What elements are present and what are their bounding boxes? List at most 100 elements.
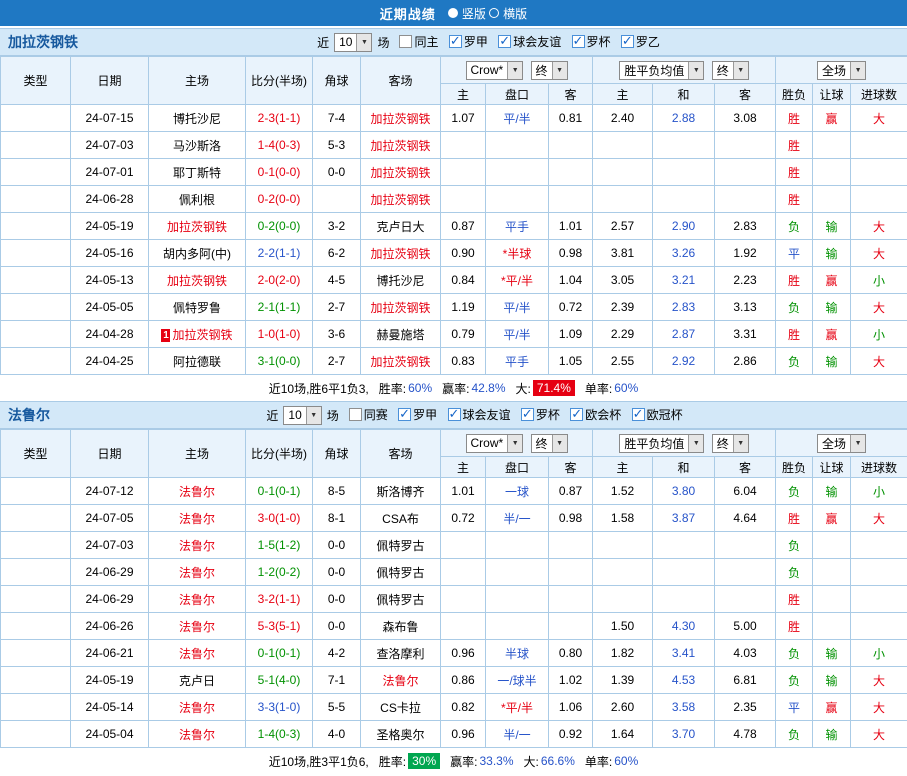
avg-away-odds <box>715 559 776 586</box>
team-link[interactable]: CSA布 <box>382 512 419 526</box>
team-link[interactable]: 加拉茨钢铁 <box>172 328 232 342</box>
team-link[interactable]: 法鲁尔 <box>179 728 215 742</box>
team-link[interactable]: 加拉茨钢铁 <box>370 112 430 126</box>
team-link[interactable]: 法鲁尔 <box>179 566 215 580</box>
filter-checkbox[interactable]: 罗甲 <box>398 406 437 423</box>
match-row: 罗甲 24-05-19 克卢日 5-1(4-0) 7-1 法鲁尔 0.86 一/… <box>1 667 907 694</box>
handicap-result: 输 <box>813 213 851 240</box>
team-link[interactable]: CS卡拉 <box>380 701 421 715</box>
team-link[interactable]: 加拉茨钢铁 <box>370 166 430 180</box>
team-link[interactable]: 耶丁斯特 <box>173 166 221 180</box>
team-link[interactable]: 加拉茨钢铁 <box>370 301 430 315</box>
team-link[interactable]: 加拉茨钢铁 <box>370 139 430 153</box>
score: 2-0(2-0) <box>246 267 313 294</box>
avg-odds-select[interactable]: 胜平负均值 ▼ <box>619 61 704 80</box>
result-wdl: 负 <box>776 213 813 240</box>
avg-away-odds: 3.31 <box>715 321 776 348</box>
scope-select[interactable]: 全场 ▼ <box>817 434 866 453</box>
team-link[interactable]: 法鲁尔 <box>179 539 215 553</box>
filter-checkbox[interactable]: 同赛 <box>349 406 388 423</box>
team-link[interactable]: 博托沙尼 <box>173 112 221 126</box>
avg-odds-select[interactable]: 胜平负均值 ▼ <box>619 434 704 453</box>
corners: 3-6 <box>313 321 361 348</box>
competition-badge: 球会友谊 <box>1 159 71 186</box>
score: 1-4(0-3) <box>246 721 313 748</box>
team-link[interactable]: 胡内多阿(中) <box>163 247 231 261</box>
team-link[interactable]: 查洛摩利 <box>376 647 424 661</box>
match-count-select[interactable]: 10 ▼ <box>334 33 372 52</box>
layout-radio-horizontal[interactable]: 横版 <box>489 5 527 22</box>
team-link[interactable]: 加拉茨钢铁 <box>370 193 430 207</box>
corners: 0-0 <box>313 159 361 186</box>
handicap-result: 输 <box>813 721 851 748</box>
handicap-line: 平/半 <box>486 105 549 132</box>
team-link[interactable]: 法鲁尔 <box>179 512 215 526</box>
team-link[interactable]: 法鲁尔 <box>179 620 215 634</box>
odds-time-select[interactable]: 终 ▼ <box>531 434 568 453</box>
avg-time-select[interactable]: 终 ▼ <box>712 434 749 453</box>
filter-checkbox[interactable]: 球会友谊 <box>448 406 511 423</box>
competition-badge: 球会友谊 <box>1 186 71 213</box>
team-link[interactable]: 加拉茨钢铁 <box>370 247 430 261</box>
team-link[interactable]: 法鲁尔 <box>179 593 215 607</box>
chevron-down-icon: ▼ <box>733 62 748 79</box>
team-link[interactable]: 博托沙尼 <box>376 274 424 288</box>
result-wdl: 胜 <box>776 186 813 213</box>
handicap-result: 输 <box>813 667 851 694</box>
team-link[interactable]: 马沙斯洛 <box>173 139 221 153</box>
filter-checkbox[interactable]: 罗乙 <box>621 33 660 50</box>
team-link[interactable]: 加拉茨钢铁 <box>167 274 227 288</box>
handicap-away-odds: 1.09 <box>549 321 593 348</box>
filter-checkbox[interactable]: 欧会杯 <box>570 406 621 423</box>
match-row: 罗甲 24-07-12 法鲁尔 0-1(0-1) 8-5 斯洛博齐 1.01 一… <box>1 478 907 505</box>
handicap-result: 输 <box>813 478 851 505</box>
filter-checkbox[interactable]: 罗甲 <box>449 33 488 50</box>
avg-away-odds <box>715 532 776 559</box>
team-link[interactable]: 法鲁尔 <box>382 674 418 688</box>
away-team-cell: 斯洛博齐 <box>361 478 441 505</box>
chevron-down-icon: ▼ <box>507 435 522 452</box>
team-link[interactable]: 佩利根 <box>179 193 215 207</box>
filter-checkbox[interactable]: 罗杯 <box>521 406 560 423</box>
home-team-cell: 博托沙尼 <box>149 105 246 132</box>
team-link[interactable]: 佩特罗古 <box>376 593 424 607</box>
filter-checkbox[interactable]: 球会友谊 <box>498 33 561 50</box>
team-link[interactable]: 法鲁尔 <box>179 647 215 661</box>
goals-result <box>851 532 907 559</box>
team-link[interactable]: 加拉茨钢铁 <box>167 220 227 234</box>
team-link[interactable]: 赫曼施塔 <box>376 328 424 342</box>
handicap-home-odds: 0.84 <box>441 267 486 294</box>
match-date: 24-04-28 <box>71 321 149 348</box>
match-row: 球会友谊 24-06-21 法鲁尔 0-1(0-1) 4-2 查洛摩利 0.96… <box>1 640 907 667</box>
competition-badge: 罗甲 <box>1 321 71 348</box>
team-link[interactable]: 佩特罗鲁 <box>173 301 221 315</box>
avg-home-odds: 2.39 <box>593 294 653 321</box>
team-link[interactable]: 法鲁尔 <box>179 485 215 499</box>
team-link[interactable]: 佩特罗古 <box>376 539 424 553</box>
filter-bar: 近 10 ▼ 场 同主 罗甲 球会友谊 罗杯 罗乙 <box>78 33 899 52</box>
scope-select[interactable]: 全场 ▼ <box>817 61 866 80</box>
team-link[interactable]: 圣格奥尔 <box>376 728 424 742</box>
avg-time-select[interactable]: 终 ▼ <box>712 61 749 80</box>
handicap-away-odds: 1.06 <box>549 694 593 721</box>
layout-radio-vertical[interactable]: 竖版 <box>448 5 486 22</box>
team-link[interactable]: 法鲁尔 <box>179 701 215 715</box>
team-link[interactable]: 克卢日大 <box>376 220 424 234</box>
team-link[interactable]: 克卢日 <box>179 674 215 688</box>
team-link[interactable]: 斯洛博齐 <box>376 485 424 499</box>
odds-company-select[interactable]: Crow* ▼ <box>466 434 524 453</box>
filter-checkbox[interactable]: 同主 <box>399 33 438 50</box>
avg-home-odds: 1.64 <box>593 721 653 748</box>
team-link[interactable]: 佩特罗古 <box>376 566 424 580</box>
filter-checkbox[interactable]: 欧冠杯 <box>632 406 683 423</box>
odds-company-select[interactable]: Crow* ▼ <box>466 61 524 80</box>
competition-badge: 罗甲 <box>1 348 71 375</box>
handicap-away-odds <box>549 532 593 559</box>
team-link[interactable]: 加拉茨钢铁 <box>370 355 430 369</box>
team-link[interactable]: 阿拉德联 <box>173 355 221 369</box>
odds-time-select[interactable]: 终 ▼ <box>531 61 568 80</box>
match-count-select[interactable]: 10 ▼ <box>283 406 321 425</box>
match-date: 24-06-28 <box>71 186 149 213</box>
team-link[interactable]: 森布鲁 <box>382 620 418 634</box>
filter-checkbox[interactable]: 罗杯 <box>572 33 611 50</box>
